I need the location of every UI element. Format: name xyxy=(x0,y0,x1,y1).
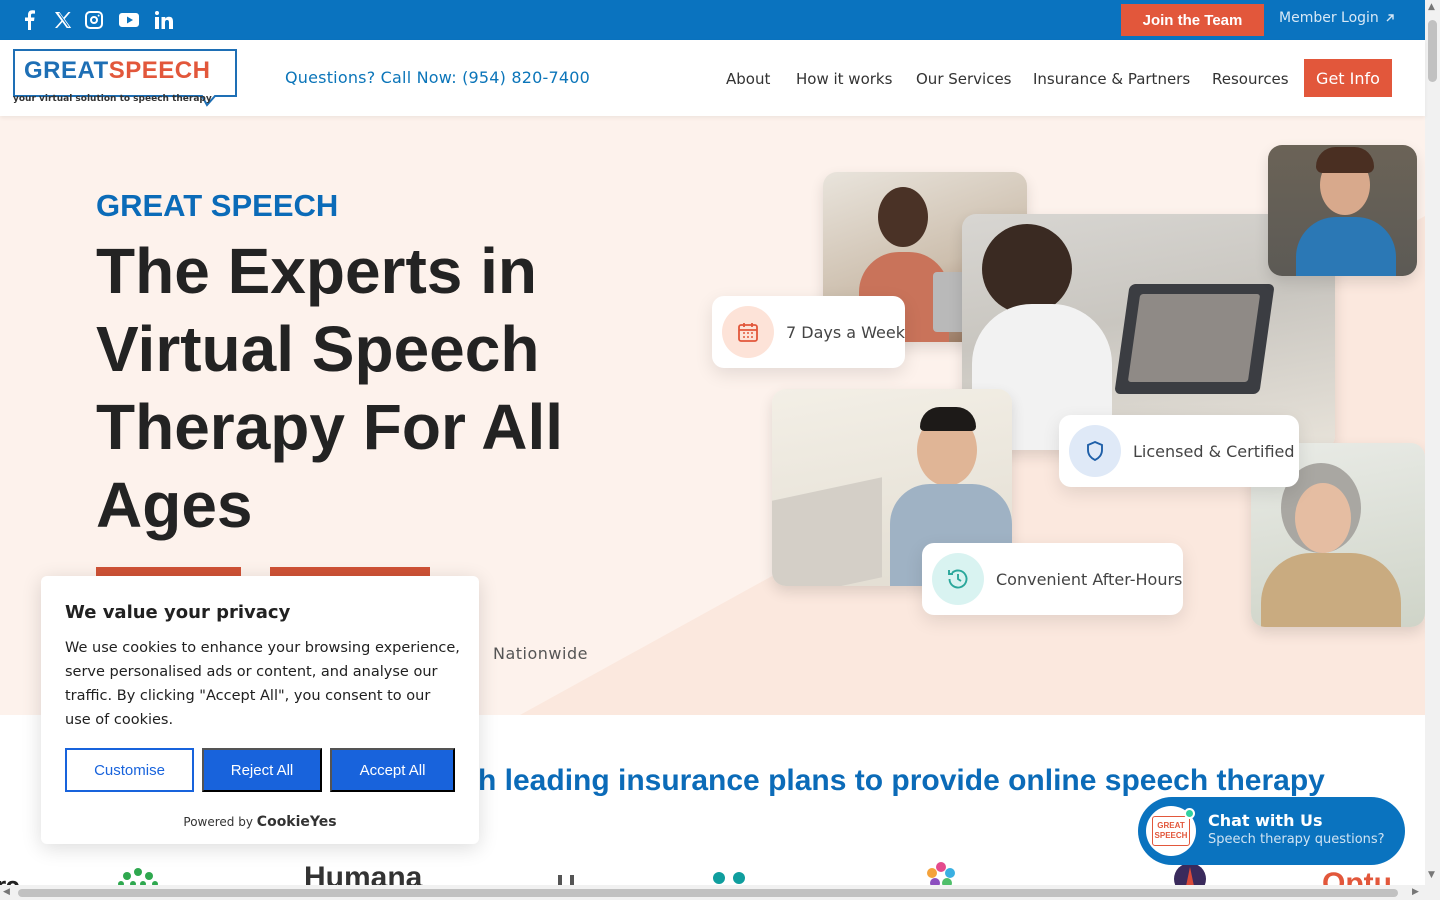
member-login-label: Member Login xyxy=(1279,10,1379,26)
pill-seven-days: 7 Days a Week xyxy=(712,296,905,368)
insurance-heading: h leading insurance plans to provide onl… xyxy=(478,764,1325,797)
logo-text-great: GREAT xyxy=(24,57,109,84)
nav-resources[interactable]: Resources xyxy=(1212,70,1289,88)
powered-by: Powered by CookieYes xyxy=(41,814,479,830)
linkedin-icon[interactable] xyxy=(155,0,173,40)
hero-headline: The Experts in Virtual Speech Therapy Fo… xyxy=(96,235,564,541)
pill-licensed: Licensed & Certified xyxy=(1059,415,1299,487)
top-bar: Join the Team Member Login xyxy=(0,0,1425,40)
history-clock-icon xyxy=(932,553,984,605)
scroll-right-arrow-icon[interactable]: ▶ xyxy=(1412,887,1419,897)
horizontal-scroll-thumb[interactable] xyxy=(18,889,1398,897)
nav-about[interactable]: About xyxy=(726,70,770,88)
nationwide-label: Nationwide xyxy=(493,644,588,663)
instagram-icon[interactable] xyxy=(84,0,104,40)
greatspeech-logo[interactable]: GREATSPEECH your virtual solution to spe… xyxy=(13,49,237,107)
pill-seven-days-label: 7 Days a Week xyxy=(786,322,906,342)
reject-all-button[interactable]: Reject All xyxy=(202,748,322,792)
online-status-dot xyxy=(1184,808,1195,819)
pill-after-hours-label: Convenient After-Hours xyxy=(996,569,1183,589)
x-icon[interactable] xyxy=(54,0,72,40)
photo-teen-boy xyxy=(1268,145,1417,276)
accept-all-button[interactable]: Accept All xyxy=(330,748,455,792)
nav-how-it-works[interactable]: How it works xyxy=(796,70,892,88)
horizontal-scrollbar[interactable]: ◀ ▶ xyxy=(0,885,1425,900)
hero-eyebrow: GREAT SPEECH xyxy=(96,188,339,223)
logo-text-speech: SPEECH xyxy=(108,57,211,84)
scroll-left-arrow-icon[interactable]: ◀ xyxy=(3,887,10,897)
chat-widget-button[interactable]: GREAT SPEECH Chat with Us Speech therapy… xyxy=(1138,797,1405,865)
phone-link[interactable]: Questions? Call Now: (954) 820-7400 xyxy=(285,68,590,87)
nav-insurance-partners[interactable]: Insurance & Partners xyxy=(1033,70,1190,88)
pill-licensed-label: Licensed & Certified xyxy=(1133,441,1295,461)
chat-subtitle: Speech therapy questions? xyxy=(1208,832,1385,847)
nav-our-services[interactable]: Our Services xyxy=(916,70,1012,88)
chat-avatar-great: GREAT xyxy=(1157,821,1185,830)
cookie-consent-banner: We value your privacy We use cookies to … xyxy=(41,576,479,844)
scroll-up-arrow-icon[interactable]: ▲ xyxy=(1428,2,1435,12)
shield-icon xyxy=(1069,425,1121,477)
calendar-icon xyxy=(722,306,774,358)
cookie-body: We use cookies to enhance your browsing … xyxy=(65,640,460,728)
logo-tagline: your virtual solution to speech therapy xyxy=(13,94,212,104)
scroll-down-arrow-icon[interactable]: ▼ xyxy=(1428,870,1435,880)
vertical-scroll-thumb[interactable] xyxy=(1428,20,1437,82)
customise-button[interactable]: Customise xyxy=(65,748,194,792)
external-arrow-icon xyxy=(1386,14,1394,22)
facebook-icon[interactable] xyxy=(22,0,36,40)
chat-title: Chat with Us xyxy=(1208,811,1323,830)
youtube-icon[interactable] xyxy=(119,0,139,40)
pill-after-hours: Convenient After-Hours xyxy=(922,543,1183,615)
vertical-scrollbar[interactable]: ▲ ▼ xyxy=(1425,0,1440,900)
cookieyes-logo[interactable]: CookieYes xyxy=(257,814,337,830)
site-header: GREATSPEECH your virtual solution to spe… xyxy=(0,40,1425,116)
chat-avatar-speech: SPEECH xyxy=(1154,831,1188,840)
join-team-button[interactable]: Join the Team xyxy=(1121,4,1264,36)
member-login-link[interactable]: Member Login xyxy=(1279,10,1395,26)
get-info-button[interactable]: Get Info xyxy=(1304,59,1392,97)
cookie-title: We value your privacy xyxy=(65,602,291,623)
powered-by-label: Powered by xyxy=(183,815,253,829)
